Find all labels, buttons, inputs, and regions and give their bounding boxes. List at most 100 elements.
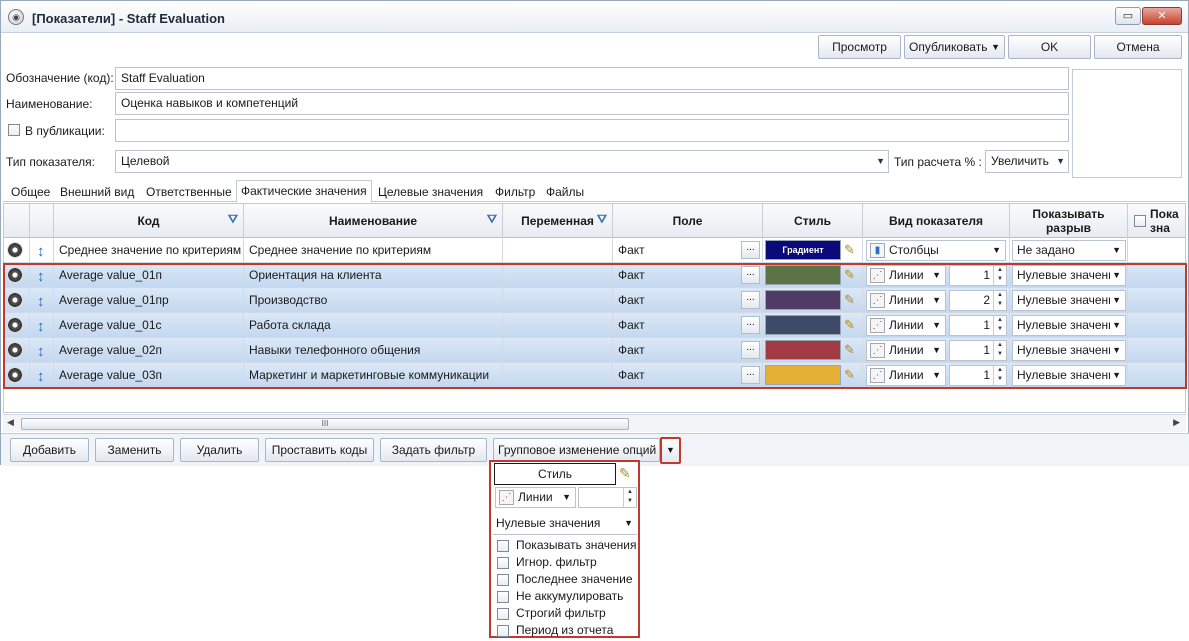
series-number-spinner[interactable]: 1 ▲ ▼ — [949, 365, 1007, 386]
view-select[interactable]: ⋰ Линии ▼ — [866, 365, 946, 386]
row-style[interactable]: ✎ — [763, 363, 863, 388]
row-code[interactable]: Среднее значение по критериям — [54, 238, 244, 263]
horizontal-scrollbar[interactable]: ◀ III ▶ — [3, 414, 1186, 432]
row-field[interactable]: Факт... — [613, 263, 763, 288]
row-last[interactable] — [1128, 288, 1185, 313]
checkbox-icon[interactable] — [497, 574, 509, 586]
type-select[interactable]: Целевой ▼ — [115, 150, 889, 173]
checkbox-icon[interactable] — [497, 625, 509, 637]
restore-button[interactable]: ▭ — [1115, 7, 1141, 25]
view-select[interactable]: ⋰ Линии ▼ — [866, 315, 946, 336]
header-name[interactable]: Наименование ⛛ — [244, 204, 503, 238]
tab-general[interactable]: Общее — [7, 183, 54, 202]
style-swatch[interactable] — [765, 340, 841, 360]
header-gap[interactable]: Показывать разрыв — [1010, 204, 1128, 238]
field-browse-button[interactable]: ... — [741, 241, 760, 259]
table-row[interactable]: ↕ Average value_01с Работа склада Факт... ✎ ⋰… — [4, 313, 1185, 338]
popup-option[interactable]: Не аккумулировать — [497, 589, 623, 605]
scroll-left-icon[interactable]: ◀ — [7, 417, 14, 428]
row-name[interactable]: Среднее значение по критериям — [244, 238, 503, 263]
table-row[interactable]: ↕ Average value_02п Навыки телефонного общ… — [4, 338, 1185, 363]
replace-button[interactable]: Заменить — [95, 438, 174, 462]
close-button[interactable]: ✕ — [1142, 7, 1182, 25]
style-swatch[interactable]: Градиент — [765, 240, 841, 260]
row-sort-cell[interactable]: ↕ — [30, 238, 54, 263]
row-field[interactable]: Факт... — [613, 313, 763, 338]
style-picker-icon[interactable]: ✎ — [844, 242, 861, 258]
row-variable[interactable] — [503, 238, 613, 263]
spinner-arrows-icon[interactable]: ▲ ▼ — [623, 488, 636, 507]
spinner-arrows-icon[interactable]: ▲ ▼ — [993, 291, 1006, 310]
style-picker-icon[interactable]: ✎ — [844, 342, 861, 358]
series-number-spinner[interactable]: 2 ▲ ▼ — [949, 290, 1007, 311]
row-style[interactable]: ✎ — [763, 313, 863, 338]
popup-view-select[interactable]: ⋰ Линии ▼ — [495, 487, 576, 508]
header-style[interactable]: Стиль — [763, 204, 863, 238]
style-swatch[interactable] — [765, 265, 841, 285]
row-gap[interactable]: Нулевые значения ▼ — [1010, 338, 1128, 363]
scroll-thumb[interactable]: III — [21, 418, 629, 430]
group-change-button[interactable]: Групповое изменение опций — [493, 438, 660, 462]
row-last[interactable] — [1128, 363, 1185, 388]
row-field[interactable]: Факт... — [613, 363, 763, 388]
add-button[interactable]: Добавить — [10, 438, 89, 462]
view-select[interactable]: ⋰ Линии ▼ — [866, 290, 946, 311]
field-browse-button[interactable]: ... — [741, 266, 760, 284]
header-view[interactable]: Вид показателя — [863, 204, 1010, 238]
calc-select[interactable]: Увеличить ▼ — [985, 150, 1069, 173]
field-browse-button[interactable]: ... — [741, 291, 760, 309]
row-view[interactable]: ⋰ Линии ▼ 1 ▲ ▼ — [863, 338, 1010, 363]
row-gear-cell[interactable] — [4, 313, 30, 338]
delete-button[interactable]: Удалить — [180, 438, 259, 462]
row-gap[interactable]: Нулевые значения ▼ — [1010, 313, 1128, 338]
spinner-arrows-icon[interactable]: ▲ ▼ — [993, 316, 1006, 335]
group-change-dropdown-button[interactable]: ▼ — [660, 437, 681, 464]
field-browse-button[interactable]: ... — [741, 341, 760, 359]
row-variable[interactable] — [503, 363, 613, 388]
checkbox-icon[interactable] — [497, 557, 509, 569]
row-gap[interactable]: Нулевые значения ▼ — [1010, 363, 1128, 388]
row-gear-cell[interactable] — [4, 363, 30, 388]
spinner-arrows-icon[interactable]: ▲ ▼ — [993, 341, 1006, 360]
row-last[interactable] — [1128, 238, 1185, 263]
row-style[interactable]: ✎ — [763, 338, 863, 363]
row-gap[interactable]: Нулевые значения ▼ — [1010, 263, 1128, 288]
set-filter-button[interactable]: Задать фильтр — [380, 438, 487, 462]
header-last[interactable]: Пока зна — [1128, 204, 1185, 238]
table-row[interactable]: ↕ Average value_01пр Производство Факт... ✎ ⋰… — [4, 288, 1185, 313]
row-name[interactable]: Производство — [244, 288, 503, 313]
filter-icon[interactable]: ⛛ — [597, 212, 607, 226]
row-gear-cell[interactable] — [4, 288, 30, 313]
row-sort-cell[interactable]: ↕ — [30, 288, 54, 313]
tab-responsible[interactable]: Ответственные — [142, 183, 236, 202]
popup-option[interactable]: Показывать значения — [497, 538, 637, 554]
tab-actual-values[interactable]: Фактические значения — [236, 180, 372, 203]
popup-option[interactable]: Последнее значение — [497, 572, 633, 588]
row-style[interactable]: ✎ — [763, 288, 863, 313]
style-picker-icon[interactable]: ✎ — [844, 367, 861, 383]
row-name[interactable]: Работа склада — [244, 313, 503, 338]
tab-target-values[interactable]: Целевые значения — [374, 183, 487, 202]
row-field[interactable]: Факт... — [613, 338, 763, 363]
row-gap[interactable]: Нулевые значения ▼ — [1010, 288, 1128, 313]
gap-select[interactable]: Нулевые значения ▼ — [1012, 290, 1126, 311]
popup-style-button[interactable]: Стиль — [494, 463, 616, 485]
checkbox-icon[interactable] — [497, 591, 509, 603]
row-sort-cell[interactable]: ↕ — [30, 313, 54, 338]
cancel-button[interactable]: Отмена — [1094, 35, 1182, 59]
popup-option[interactable]: Игнор. фильтр — [497, 555, 597, 571]
view-select[interactable]: ⋰ Линии ▼ — [866, 340, 946, 361]
row-view[interactable]: ⋰ Линии ▼ 1 ▲ ▼ — [863, 363, 1010, 388]
gap-select[interactable]: Нулевые значения ▼ — [1012, 340, 1126, 361]
table-row[interactable]: ↕ Average value_03п Маркетинг и маркетинго… — [4, 363, 1185, 388]
tab-appearance[interactable]: Внешний вид — [56, 183, 138, 202]
row-field[interactable]: Факт ... — [613, 238, 763, 263]
publish-button[interactable]: Опубликовать ▼ — [904, 35, 1005, 59]
row-view[interactable]: ⋰ Линии ▼ 1 ▲ ▼ — [863, 263, 1010, 288]
name-input[interactable]: Оценка навыков и компетенций — [115, 92, 1069, 115]
checkbox-icon[interactable] — [497, 608, 509, 620]
row-sort-cell[interactable]: ↕ — [30, 263, 54, 288]
row-variable[interactable] — [503, 338, 613, 363]
row-code[interactable]: Average value_03п — [54, 363, 244, 388]
row-last[interactable] — [1128, 313, 1185, 338]
